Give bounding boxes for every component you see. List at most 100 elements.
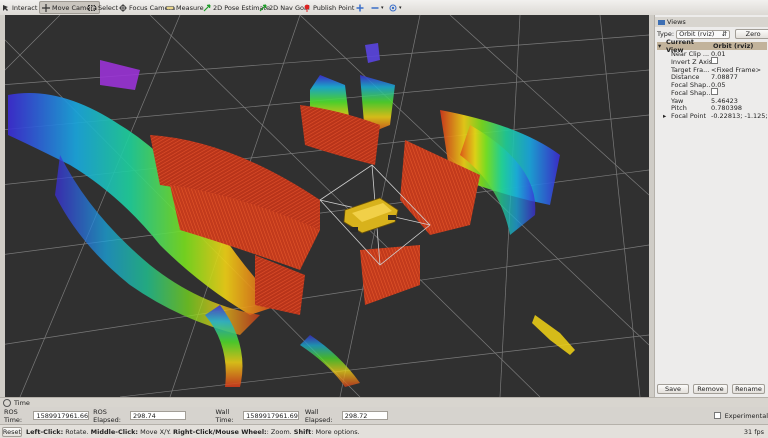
current-view-type: Orbit (rviz) [713, 42, 754, 50]
expand-arrow-icon[interactable]: ▸ [663, 112, 666, 120]
select-label: Select [98, 3, 119, 12]
wall-elapsed-field[interactable]: 298.72 [341, 411, 389, 420]
measure-label: Measure [176, 3, 204, 12]
save-label: Save [665, 385, 681, 393]
focal-shape-checkbox[interactable] [711, 88, 718, 96]
ros-elapsed-value: 298.74 [132, 411, 156, 420]
property-value[interactable]: 7.08877 [711, 73, 767, 81]
measure-icon [166, 4, 174, 12]
camera-type-button[interactable]: ▾ [389, 2, 402, 13]
type-label: Type: [657, 30, 675, 38]
pose-estimate-icon [203, 3, 211, 12]
hint-right-click: Right-Click/Mouse Wheel: [173, 427, 267, 436]
toolbar: Interact Move Camera Select Focus Camera… [0, 0, 768, 16]
remove-tool-button[interactable]: ▾ [371, 2, 384, 13]
scan-far-cluster [100, 60, 140, 90]
ros-elapsed-label: ROS Elapsed: [93, 407, 121, 424]
point-cloud-scene [0, 15, 649, 397]
wall-elapsed-value: 298.72 [344, 411, 368, 420]
views-buttons: Save Remove Rename [657, 384, 765, 394]
property-row[interactable]: Distance 7.08877 [657, 73, 767, 81]
focus-camera-icon [119, 3, 127, 12]
reset-button[interactable]: Reset [2, 426, 22, 437]
time-title: Time [14, 398, 30, 407]
nav-goal-icon [259, 3, 267, 12]
status-bar: Reset Left-Click: Rotate. Middle-Click: … [0, 424, 768, 438]
property-value[interactable]: 0.780398 [711, 104, 767, 112]
robot-model [343, 197, 399, 234]
interact-icon [2, 4, 10, 12]
zero-label: Zero [745, 30, 761, 38]
ros-time-value: 1589917961.66 [36, 411, 89, 420]
property-key: Near Clip ... [671, 49, 710, 58]
ros-time-field[interactable]: 1589917961.66 [33, 411, 90, 420]
publish-point-icon [303, 4, 311, 12]
property-key: Target Fra... [671, 65, 710, 74]
remove-tool-icon [371, 4, 379, 12]
move-camera-icon [42, 3, 50, 12]
invert-z-checkbox[interactable] [711, 57, 718, 65]
scan-scatter-right [532, 315, 575, 355]
time-title-bar: Time [0, 397, 768, 407]
property-key: Yaw [671, 96, 684, 105]
property-key: Invert Z Axis [671, 57, 711, 66]
select-tool[interactable]: Select [88, 2, 118, 13]
left-splitter[interactable] [0, 15, 5, 397]
time-row: ROS Time: 1589917961.66 ROS Elapsed: 298… [0, 407, 768, 424]
property-row[interactable]: Pitch 0.780398 [657, 104, 767, 113]
property-row[interactable]: Focal Shap... [657, 88, 767, 97]
scan-far-cluster-2 [365, 43, 380, 63]
views-title-bar: Views [655, 17, 768, 27]
hint-text: : More options. [311, 427, 360, 436]
property-key: Pitch [671, 104, 687, 113]
save-button[interactable]: Save [657, 384, 689, 394]
hint-shift: Shift [293, 427, 312, 436]
property-row[interactable]: Yaw 5.46423 [657, 97, 767, 105]
property-value[interactable]: 5.46423 [711, 97, 767, 105]
wall-time-label: Wall Time: [215, 407, 234, 424]
property-value[interactable]: -0.22813; -1.125;... [711, 112, 767, 120]
property-key: Distance [671, 73, 700, 82]
chevron-down-icon: ▾ [381, 4, 384, 11]
ros-elapsed-field[interactable]: 298.74 [129, 411, 186, 420]
render-viewport[interactable] [0, 15, 650, 397]
experimental-checkbox[interactable] [714, 412, 721, 419]
remove-button[interactable]: Remove [693, 384, 728, 394]
measure-tool[interactable]: Measure [166, 2, 204, 13]
expand-arrow-icon[interactable]: ▾ [657, 42, 666, 50]
zero-button[interactable]: Zero [735, 29, 768, 39]
chevron-down-icon: ▾ [399, 4, 402, 11]
hint-text: Rotate. [63, 427, 91, 436]
reset-label: Reset [2, 427, 22, 436]
hint-text: Move X/Y. [138, 427, 174, 436]
property-row[interactable]: Target Fra... <Fixed Frame> [657, 66, 767, 74]
remove-label: Remove [697, 385, 724, 393]
publish-point-tool[interactable]: Publish Point [303, 2, 354, 13]
interact-label: Interact [12, 3, 38, 12]
current-view-row[interactable]: ▾ Current View Orbit (rviz) [657, 38, 767, 54]
ros-time-label: ROS Time: [4, 407, 23, 424]
publish-point-label: Publish Point [313, 3, 355, 12]
experimental-label: Experimental [724, 411, 768, 420]
wall-time-field[interactable]: 1589917961.69 [243, 411, 299, 420]
views-panel: Views Type: Orbit (rviz) ⇵ Zero ▾ Curren… [654, 15, 768, 397]
hint-text: : Zoom. [266, 427, 294, 436]
wall-bottom-right [360, 245, 420, 305]
property-key: Focal Shap... [671, 81, 711, 90]
rename-button[interactable]: Rename [732, 384, 765, 394]
property-row[interactable]: Invert Z Axis [657, 57, 767, 66]
views-title: Views [667, 18, 686, 26]
property-key-wrap: ▸ Focal Point [657, 112, 711, 120]
interact-tool[interactable]: Interact [2, 2, 37, 13]
property-key: Focal Shap... [671, 88, 711, 97]
time-panel-icon [3, 398, 11, 407]
wall-time-value: 1589917961.69 [246, 411, 298, 420]
add-tool-icon [356, 4, 364, 12]
property-row[interactable]: ▸ Focal Point -0.22813; -1.125;... [657, 112, 767, 120]
view-properties-tree: ▾ Current View Orbit (rviz) Near Clip ..… [657, 38, 767, 120]
hint-left-click: Left-Click: [26, 427, 64, 436]
add-tool-button[interactable] [356, 2, 364, 13]
hint-middle-click: Middle-Click: [90, 427, 139, 436]
property-value[interactable]: <Fixed Frame> [711, 66, 767, 74]
chevron-updown-icon: ⇵ [721, 30, 728, 38]
